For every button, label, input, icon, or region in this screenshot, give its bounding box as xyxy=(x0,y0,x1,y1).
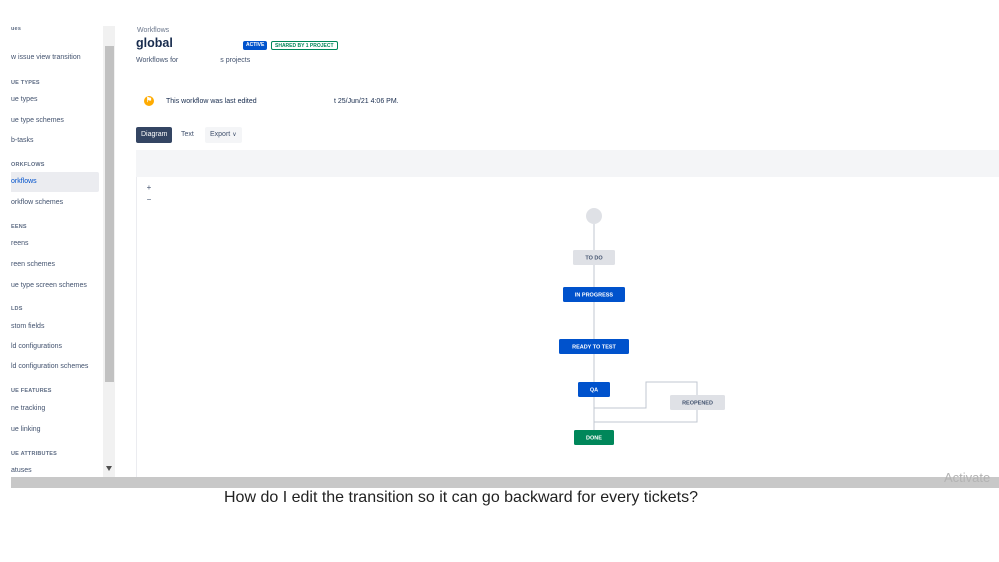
status-node-in-progress[interactable]: IN PROGRESS xyxy=(563,287,625,302)
status-node-done[interactable]: DONE xyxy=(574,430,614,445)
activate-watermark: Activate xyxy=(944,470,991,485)
screenshot-bottom-bar xyxy=(11,477,999,488)
node-label-qa: QA xyxy=(590,388,598,394)
status-node-qa[interactable]: QA xyxy=(578,382,610,397)
workflow-diagram: TO DO IN PROGRESS READY TO TEST QA REOPE… xyxy=(559,208,725,445)
node-label-in-progress: IN PROGRESS xyxy=(575,293,614,299)
status-node-ready-to-test[interactable]: READY TO TEST xyxy=(559,339,629,354)
node-label-ready-to-test: READY TO TEST xyxy=(572,345,616,351)
jira-screenshot: ues w issue view transition UE TYPES ue … xyxy=(11,26,999,488)
node-label-to-do: TO DO xyxy=(585,256,603,262)
start-node xyxy=(586,208,602,224)
node-label-done: DONE xyxy=(586,436,602,442)
transition-line xyxy=(594,410,698,423)
status-node-reopened[interactable]: REOPENED xyxy=(670,395,725,410)
status-node-to-do[interactable]: TO DO xyxy=(573,250,615,265)
question-caption: How do I edit the transition so it can g… xyxy=(224,489,699,506)
node-label-reopened: REOPENED xyxy=(682,401,713,407)
